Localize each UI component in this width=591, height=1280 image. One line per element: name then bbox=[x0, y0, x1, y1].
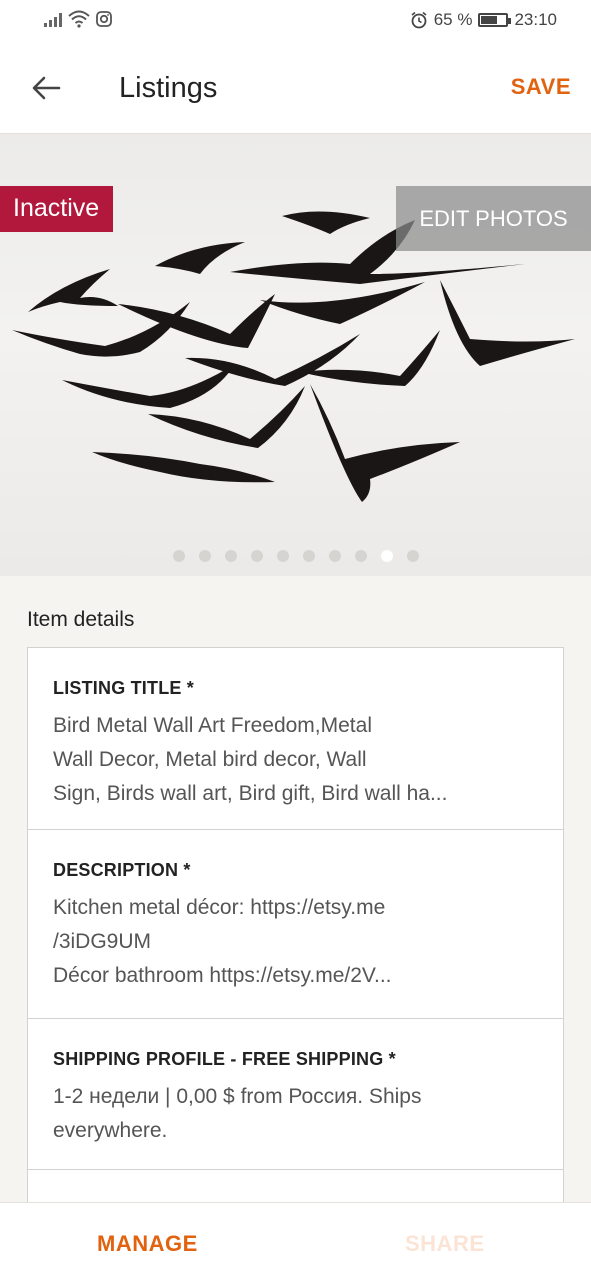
item-details-heading: Item details bbox=[27, 608, 135, 631]
save-button[interactable]: SAVE bbox=[511, 74, 571, 100]
description-line: Décor bathroom https://etsy.me/2V... bbox=[53, 964, 392, 987]
carousel-dot[interactable] bbox=[302, 550, 315, 562]
carousel-dot[interactable] bbox=[224, 550, 237, 562]
battery-fill bbox=[481, 16, 498, 24]
description-line: Kitchen metal décor: https://etsy.me bbox=[53, 896, 386, 919]
listing-photo-carousel[interactable]: Inactive EDIT PHOTOS bbox=[0, 134, 591, 576]
app-bar: Listings SAVE bbox=[0, 42, 591, 134]
carousel-dot[interactable] bbox=[172, 550, 185, 562]
share-button[interactable]: SHARE bbox=[405, 1231, 485, 1257]
alarm-icon bbox=[411, 11, 427, 29]
signal-icon bbox=[44, 11, 62, 27]
edit-photos-button[interactable]: EDIT PHOTOS bbox=[396, 186, 591, 251]
battery-percent: 65 % bbox=[433, 10, 473, 29]
carousel-dot[interactable] bbox=[276, 550, 289, 562]
battery-icon bbox=[478, 13, 512, 27]
bottom-action-bar: MANAGE SHARE bbox=[0, 1202, 591, 1280]
listing-title-label: LISTING TITLE * bbox=[53, 678, 194, 698]
carousel-dot[interactable] bbox=[406, 550, 419, 562]
shipping-profile-label: SHIPPING PROFILE - FREE SHIPPING * bbox=[53, 1049, 396, 1069]
status-badge: Inactive bbox=[0, 186, 114, 232]
instagram-icon bbox=[96, 11, 112, 27]
status-bar: 65 % 23:10 bbox=[0, 0, 591, 42]
shipping-profile-value: 1-2 недели | 0,00 $ from Россия. Ships e… bbox=[53, 1080, 539, 1148]
carousel-pagination bbox=[0, 550, 591, 562]
wifi-icon bbox=[68, 10, 90, 28]
shipping-profile-field[interactable]: SHIPPING PROFILE - FREE SHIPPING * 1-2 н… bbox=[28, 1019, 563, 1170]
listing-title-value: Bird Metal Wall Art Freedom,Metal Wall D… bbox=[53, 709, 539, 811]
back-button[interactable] bbox=[22, 64, 70, 112]
manage-button[interactable]: MANAGE bbox=[97, 1231, 198, 1257]
back-arrow-icon bbox=[32, 76, 61, 100]
listing-title-line: Bird Metal Wall Art Freedom,Metal bbox=[53, 714, 372, 737]
description-line: /3iDG9UM bbox=[53, 930, 152, 953]
description-field[interactable]: DESCRIPTION * Kitchen metal décor: https… bbox=[28, 830, 563, 1019]
listing-title-line: Sign, Birds wall art, Bird gift, Bird wa… bbox=[53, 782, 448, 805]
description-label: DESCRIPTION * bbox=[53, 860, 191, 880]
status-right-icons: 65 % 23:10 bbox=[410, 10, 557, 30]
carousel-dot[interactable] bbox=[354, 550, 367, 562]
clock: 23:10 bbox=[514, 10, 557, 29]
shipping-line: 1-2 недели | 0,00 $ from Россия. Ships bbox=[53, 1085, 422, 1108]
carousel-dot[interactable] bbox=[328, 550, 341, 562]
page-title: Listings bbox=[119, 72, 218, 104]
listing-title-field[interactable]: LISTING TITLE * Bird Metal Wall Art Free… bbox=[28, 648, 563, 830]
shipping-line: everywhere. bbox=[53, 1119, 168, 1142]
description-value: Kitchen metal décor: https://etsy.me /3i… bbox=[53, 891, 539, 993]
carousel-dot[interactable] bbox=[250, 550, 263, 562]
carousel-dot[interactable] bbox=[380, 550, 393, 562]
status-left-icons bbox=[44, 10, 112, 28]
carousel-dot[interactable] bbox=[198, 550, 211, 562]
item-details-card: LISTING TITLE * Bird Metal Wall Art Free… bbox=[27, 647, 564, 1247]
listing-title-line: Wall Decor, Metal bird decor, Wall bbox=[53, 748, 367, 771]
